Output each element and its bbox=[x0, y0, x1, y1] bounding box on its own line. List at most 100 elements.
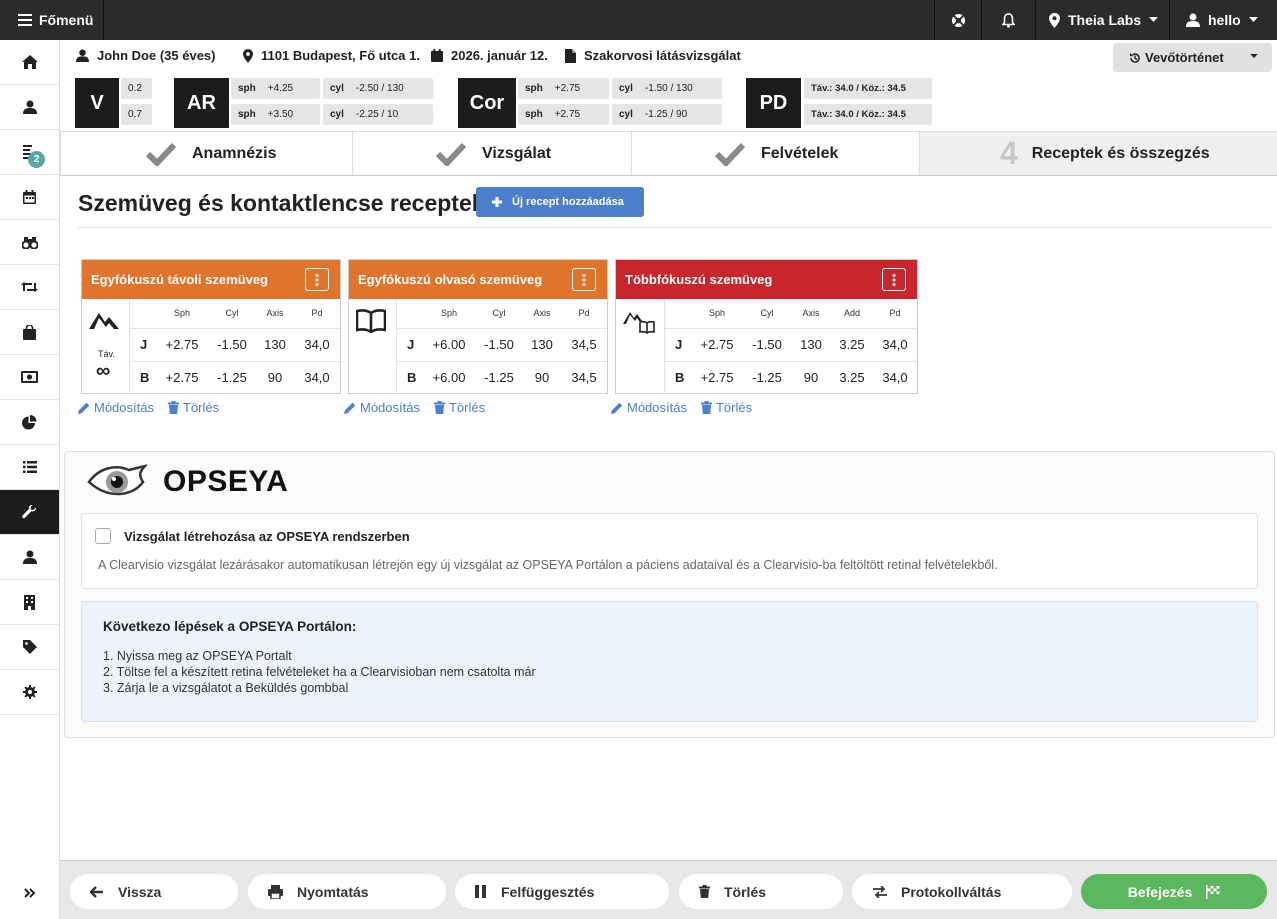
ar-left-cyl: cyl -2.25 / 10 bbox=[323, 104, 433, 125]
user-icon bbox=[1186, 13, 1200, 27]
create-opseya-exam-checkbox[interactable] bbox=[95, 528, 111, 544]
table-header-row: Sph Cyl Axis Add Pd bbox=[665, 299, 917, 329]
tab-anamnesis[interactable]: Anamnézis bbox=[61, 132, 353, 175]
edit-link[interactable]: Módosítás bbox=[611, 400, 687, 415]
column-header: Axis bbox=[256, 299, 294, 329]
location-dropdown[interactable]: Theia Labs bbox=[1035, 0, 1169, 40]
card-title: Többfókuszú szemüveg bbox=[625, 272, 773, 287]
main-menu-label: Főmenü bbox=[39, 12, 94, 28]
sidebar-expand-button[interactable] bbox=[0, 870, 59, 915]
add-prescription-label: Új recept hozzáadása bbox=[512, 196, 624, 208]
trash-icon bbox=[167, 401, 179, 414]
column-header: Pd bbox=[873, 299, 917, 329]
sidebar-item-exchange[interactable] bbox=[0, 265, 59, 310]
infinity-icon: ∞ bbox=[96, 360, 111, 382]
print-button[interactable]: Nyomtatás bbox=[248, 874, 446, 909]
sidebar-item-patient[interactable] bbox=[0, 85, 59, 130]
sidebar-item-products[interactable] bbox=[0, 625, 59, 670]
sidebar-item-finance[interactable] bbox=[0, 355, 59, 400]
delete-link[interactable]: Törlés bbox=[433, 400, 485, 415]
sidebar-item-settings[interactable] bbox=[0, 670, 59, 715]
delete-link[interactable]: Törlés bbox=[700, 400, 752, 415]
card-title: Egyfókuszú olvasó szemüveg bbox=[358, 272, 543, 287]
sidebar-item-examinations[interactable] bbox=[0, 220, 59, 265]
ellipsis-vertical-icon bbox=[892, 273, 896, 286]
delete-button[interactable]: Törlés bbox=[679, 874, 843, 909]
checkered-flag-icon bbox=[1206, 884, 1220, 899]
column-header: Sph bbox=[423, 299, 475, 329]
card-menu-button[interactable] bbox=[572, 268, 596, 291]
row-side: J bbox=[130, 328, 156, 362]
back-label: Vissza bbox=[118, 883, 162, 900]
sidebar-item-calendar[interactable] bbox=[0, 175, 59, 220]
tab-examination[interactable]: Vizsgálat bbox=[353, 132, 632, 175]
finish-label: Befejezés bbox=[1127, 883, 1193, 900]
ellipsis-vertical-icon bbox=[315, 273, 319, 286]
delete-link[interactable]: Törlés bbox=[167, 400, 220, 415]
top-bar: Főmenü Theia Labs hello bbox=[0, 0, 1277, 40]
workflow-steps: Anamnézis Vizsgálat Felvételek 4 Recepte… bbox=[60, 132, 1277, 176]
user-icon bbox=[76, 49, 89, 62]
column-header: Sph bbox=[691, 299, 743, 329]
eye-logo-icon bbox=[87, 464, 147, 500]
card-menu-button[interactable] bbox=[882, 268, 906, 291]
list-item: 1. Nyissa meg az OPSEYA Portalt bbox=[103, 649, 292, 663]
sidebar-item-staff[interactable] bbox=[0, 535, 59, 580]
cell-pd: 34,0 bbox=[873, 328, 917, 362]
cell-cyl: -1.50 bbox=[475, 328, 523, 362]
column-header: Sph bbox=[156, 299, 208, 329]
tab-examination-label: Vizsgálat bbox=[482, 144, 552, 162]
trash-icon bbox=[699, 885, 710, 898]
table-header-row: Sph Cyl Axis Pd bbox=[397, 299, 607, 329]
sidebar-item-queue[interactable]: 2 bbox=[0, 130, 59, 175]
edit-link[interactable]: Módosítás bbox=[344, 400, 420, 415]
exam-type-text: Szakorvosi látásvizsgálat bbox=[584, 48, 741, 63]
cell-axis: 90 bbox=[534, 370, 550, 386]
sidebar-item-tools[interactable] bbox=[0, 490, 59, 535]
step-number: 4 bbox=[1000, 135, 1018, 171]
edit-link[interactable]: Módosítás bbox=[78, 400, 154, 415]
protocol-switch-button[interactable]: Protokollváltás bbox=[852, 874, 1072, 909]
life-ring-icon bbox=[951, 13, 966, 28]
column-header: Add bbox=[831, 299, 873, 329]
table-row: B +6.00 -1.25 90 34,5 bbox=[397, 361, 607, 394]
card-menu-button[interactable] bbox=[305, 268, 329, 291]
correction-block: Cor bbox=[458, 78, 516, 128]
cell-cyl: -1.25 bbox=[484, 370, 514, 386]
prescription-card-reading: Egyfókuszú olvasó szemüveg Sph Cyl Axis … bbox=[348, 259, 608, 394]
exchange-icon bbox=[873, 885, 887, 898]
customer-history-dropdown[interactable]: Vevőtörténet bbox=[1113, 43, 1272, 72]
cor-left-sph: sph +2.75 bbox=[518, 104, 609, 125]
distance-label: Táv. bbox=[98, 349, 115, 359]
user-dropdown[interactable]: hello bbox=[1169, 0, 1277, 40]
wrench-icon bbox=[22, 504, 37, 520]
user-icon bbox=[22, 550, 37, 564]
sidebar-item-home[interactable] bbox=[0, 40, 59, 85]
sidebar-item-statistics[interactable] bbox=[0, 400, 59, 445]
create-opseya-exam-label[interactable]: Vizsgálat létrehozása az OPSEYA rendszer… bbox=[124, 529, 410, 544]
sidebar-item-list[interactable] bbox=[0, 445, 59, 490]
main-menu-button[interactable]: Főmenü bbox=[0, 0, 104, 40]
row-side: B bbox=[407, 370, 417, 386]
map-marker-icon bbox=[243, 48, 253, 63]
bell-icon bbox=[1002, 12, 1015, 28]
back-button[interactable]: Vissza bbox=[70, 874, 238, 909]
sidebar-item-company[interactable] bbox=[0, 580, 59, 625]
double-chevron-right-icon bbox=[23, 887, 36, 898]
pie-chart-icon bbox=[22, 414, 37, 430]
sidebar-item-shop[interactable] bbox=[0, 310, 59, 355]
suspend-button[interactable]: Felfüggesztés bbox=[455, 874, 669, 909]
delete-label: Törlés bbox=[182, 400, 220, 415]
table-row: B +2.75 -1.25 90 34,0 bbox=[130, 361, 340, 394]
finish-button[interactable]: Befejezés bbox=[1081, 874, 1267, 909]
table-row: B +2.75 -1.25 90 3.25 34,0 bbox=[665, 361, 917, 394]
notifications-button[interactable] bbox=[981, 0, 1035, 40]
table-row: J +2.75 -1.50 130 3.25 34,0 bbox=[665, 328, 917, 362]
cor-right-cyl: cyl -1.50 / 130 bbox=[612, 78, 722, 99]
help-button[interactable] bbox=[934, 0, 981, 40]
tab-prescriptions[interactable]: 4 Receptek és összegzés bbox=[920, 132, 1277, 175]
add-prescription-button[interactable]: Új recept hozzáadása bbox=[476, 187, 644, 217]
hamburger-icon bbox=[18, 14, 32, 26]
cell-sph: +2.75 bbox=[156, 328, 208, 362]
tab-recordings[interactable]: Felvételek bbox=[632, 132, 920, 175]
